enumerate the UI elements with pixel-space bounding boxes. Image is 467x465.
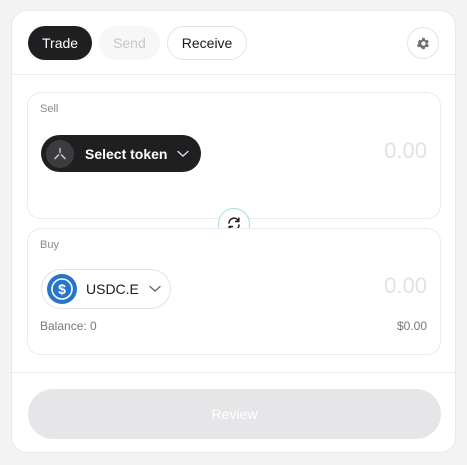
buy-panel: Buy $ USDC.E 0.00 Balance: 0 $0.00 [27, 228, 441, 355]
tab-receive[interactable]: Receive [166, 26, 248, 60]
settings-button[interactable] [407, 27, 439, 59]
sell-amount-input[interactable]: 0.00 [384, 138, 427, 164]
select-token-label: Select token [85, 145, 168, 162]
mode-tabs: Trade Send Receive [28, 26, 248, 60]
buy-label: Buy [40, 239, 59, 251]
buy-amount-input[interactable]: 0.00 [384, 273, 427, 299]
balance-text: Balance: 0 [40, 319, 97, 333]
sell-label: Sell [40, 103, 59, 115]
usd-value: $0.00 [396, 319, 427, 333]
chevron-down-icon [177, 150, 190, 157]
select-token-button[interactable]: Select token [41, 135, 201, 172]
svg-text:$: $ [58, 281, 66, 297]
gear-icon [416, 37, 429, 49]
chevron-down-icon [149, 285, 161, 293]
buy-token-selector[interactable]: $ USDC.E [41, 269, 171, 309]
token-placeholder-icon [46, 139, 74, 168]
tab-send[interactable]: Send [99, 26, 160, 60]
footer-divider [12, 372, 455, 373]
header-divider [12, 74, 455, 75]
usdc-token-icon: $ [47, 274, 77, 304]
buy-token-symbol: USDC.E [86, 281, 139, 297]
review-button[interactable]: Review [28, 389, 441, 439]
swap-card: Trade Send Receive Sell Select token 0.0… [11, 10, 456, 453]
sell-panel: Sell Select token 0.00 [27, 92, 441, 219]
tab-trade[interactable]: Trade [28, 26, 93, 60]
